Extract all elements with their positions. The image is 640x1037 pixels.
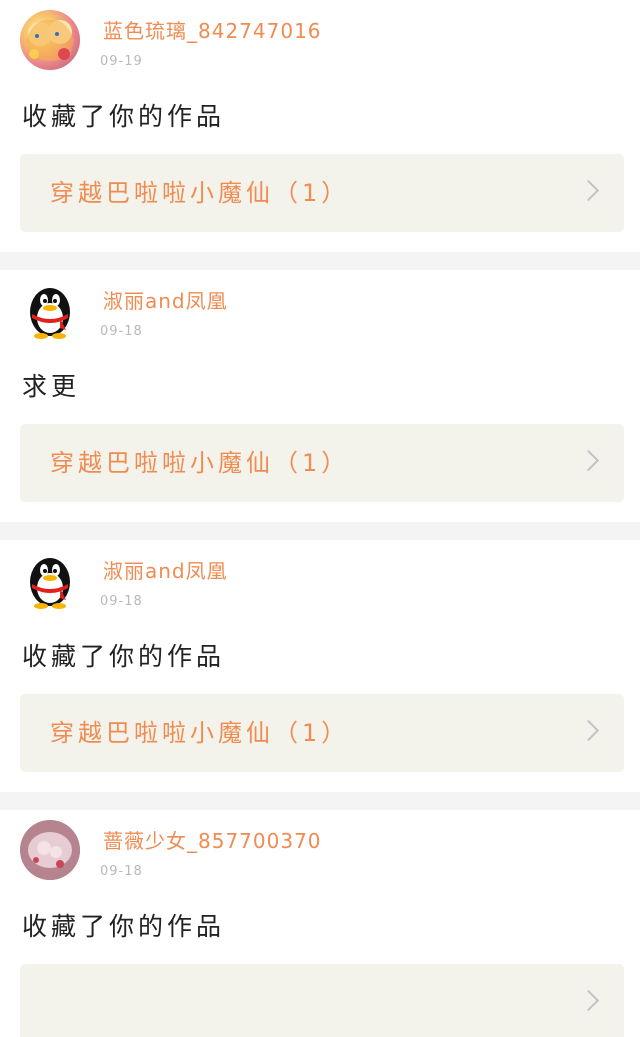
feed-item: 蔷薇少女_857700370 09-18 收藏了你的作品: [0, 810, 640, 1037]
chevron-right-icon: [577, 719, 600, 742]
rose-photo-avatar-icon: [20, 820, 80, 880]
avatar[interactable]: [20, 10, 80, 70]
chevron-right-icon: [577, 989, 600, 1012]
feed-item-header: 蓝色琉璃_842747016 09-19: [0, 0, 640, 80]
qq-penguin-icon: [30, 558, 70, 609]
divider: [0, 522, 640, 540]
qq-penguin-icon: [30, 288, 70, 339]
avatar[interactable]: [20, 280, 80, 340]
work-link-card[interactable]: 穿越巴啦啦小魔仙（1）: [20, 424, 624, 502]
work-title: 穿越巴啦啦小魔仙（1）: [50, 179, 350, 207]
avatar[interactable]: [20, 550, 80, 610]
timestamp: 09-18: [100, 864, 143, 879]
username[interactable]: 淑丽and凤凰: [103, 555, 228, 584]
work-title: 穿越巴啦啦小魔仙（1）: [50, 449, 350, 477]
notification-message: 收藏了你的作品: [22, 642, 226, 671]
anime-girl-avatar-icon: [26, 19, 74, 61]
notification-message: 求更: [22, 372, 81, 401]
work-link-card[interactable]: 穿越巴啦啦小魔仙（1）: [20, 694, 624, 772]
feed-item: 蓝色琉璃_842747016 09-19 收藏了你的作品 穿越巴啦啦小魔仙（1）: [0, 0, 640, 252]
feed-item: 淑丽and凤凰 09-18 收藏了你的作品 穿越巴啦啦小魔仙（1）: [0, 540, 640, 792]
timestamp: 09-19: [100, 54, 143, 69]
work-link-card[interactable]: [20, 964, 624, 1037]
chevron-right-icon: [577, 449, 600, 472]
work-link-card[interactable]: 穿越巴啦啦小魔仙（1）: [20, 154, 624, 232]
feed-item: 淑丽and凤凰 09-18 求更 穿越巴啦啦小魔仙（1）: [0, 270, 640, 522]
notification-feed: 蓝色琉璃_842747016 09-19 收藏了你的作品 穿越巴啦啦小魔仙（1）: [0, 0, 640, 1037]
username[interactable]: 淑丽and凤凰: [103, 285, 228, 314]
feed-item-header: 淑丽and凤凰 09-18: [0, 540, 640, 620]
timestamp: 09-18: [100, 324, 143, 339]
avatar[interactable]: [20, 820, 80, 880]
work-title: 穿越巴啦啦小魔仙（1）: [50, 719, 350, 747]
username[interactable]: 蓝色琉璃_842747016: [103, 15, 322, 44]
timestamp: 09-18: [100, 594, 143, 609]
notification-message: 收藏了你的作品: [22, 102, 226, 131]
notification-message: 收藏了你的作品: [22, 912, 226, 941]
chevron-right-icon: [577, 179, 600, 202]
divider: [0, 792, 640, 810]
username[interactable]: 蔷薇少女_857700370: [103, 825, 322, 854]
feed-item-header: 淑丽and凤凰 09-18: [0, 270, 640, 350]
feed-item-header: 蔷薇少女_857700370 09-18: [0, 810, 640, 890]
divider: [0, 252, 640, 270]
